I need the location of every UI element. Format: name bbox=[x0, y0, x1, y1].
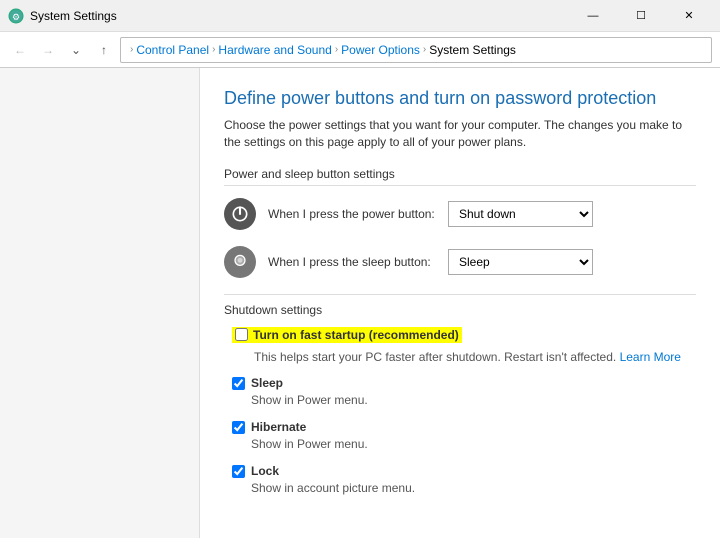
back-button[interactable]: ← bbox=[8, 38, 32, 62]
fast-startup-highlighted: Turn on fast startup (recommended) bbox=[232, 327, 462, 343]
sleep-icon bbox=[224, 246, 256, 278]
lock-item-description: Show in account picture menu. bbox=[251, 480, 415, 497]
page-title: Define power buttons and turn on passwor… bbox=[224, 88, 696, 109]
sleep-button-row: When I press the sleep button: Sleep Shu… bbox=[224, 242, 696, 282]
sleep-checkbox[interactable] bbox=[232, 377, 245, 390]
sleep-item: Sleep Show in Power menu. bbox=[224, 375, 696, 409]
app-icon: ⚙ bbox=[8, 8, 24, 24]
sleep-item-label: Sleep bbox=[251, 376, 368, 390]
lock-item-label: Lock bbox=[251, 464, 415, 478]
fast-startup-item: Turn on fast startup (recommended) bbox=[224, 327, 696, 343]
power-sleep-section-header: Power and sleep button settings bbox=[224, 167, 696, 186]
hibernate-item-label: Hibernate bbox=[251, 420, 368, 434]
breadcrumb-control-panel[interactable]: Control Panel bbox=[136, 43, 209, 57]
breadcrumb-hardware-sound[interactable]: Hardware and Sound bbox=[218, 43, 331, 57]
main-container: Define power buttons and turn on passwor… bbox=[0, 68, 720, 538]
window-controls: — ☐ ✕ bbox=[570, 0, 712, 32]
section-divider bbox=[224, 294, 696, 295]
fast-startup-checkbox[interactable] bbox=[235, 328, 248, 341]
window-title: System Settings bbox=[30, 9, 117, 23]
breadcrumb-separator-3: › bbox=[423, 44, 426, 55]
close-button[interactable]: ✕ bbox=[666, 0, 712, 32]
sleep-content: Sleep Show in Power menu. bbox=[251, 376, 368, 409]
hibernate-content: Hibernate Show in Power menu. bbox=[251, 420, 368, 453]
learn-more-link[interactable]: Learn More bbox=[620, 350, 681, 364]
power-icon bbox=[224, 198, 256, 230]
maximize-button[interactable]: ☐ bbox=[618, 0, 664, 32]
fast-startup-description: This helps start your PC faster after sh… bbox=[254, 350, 681, 364]
power-button-dropdown[interactable]: Shut down Sleep Hibernate Do nothing Tur… bbox=[448, 201, 593, 227]
breadcrumb: › Control Panel › Hardware and Sound › P… bbox=[120, 37, 712, 63]
lock-content: Lock Show in account picture menu. bbox=[251, 464, 415, 497]
hibernate-item-description: Show in Power menu. bbox=[251, 436, 368, 453]
minimize-button[interactable]: — bbox=[570, 0, 616, 32]
lock-checkbox[interactable] bbox=[232, 465, 245, 478]
content-area: Define power buttons and turn on passwor… bbox=[200, 68, 720, 538]
lock-item: Lock Show in account picture menu. bbox=[224, 463, 696, 497]
svg-text:⚙: ⚙ bbox=[12, 12, 20, 22]
fast-startup-description-row: This helps start your PC faster after sh… bbox=[224, 349, 696, 366]
shutdown-section-header: Shutdown settings bbox=[224, 303, 696, 317]
breadcrumb-separator-2: › bbox=[335, 44, 338, 55]
forward-button[interactable]: → bbox=[36, 38, 60, 62]
up-button[interactable]: ↑ bbox=[92, 38, 116, 62]
breadcrumb-separator-0: › bbox=[130, 44, 133, 55]
lock-checkbox-wrapper: Lock Show in account picture menu. bbox=[232, 464, 415, 497]
power-button-label: When I press the power button: bbox=[268, 207, 448, 221]
sleep-button-label: When I press the sleep button: bbox=[268, 255, 448, 269]
sleep-checkbox-wrapper: Sleep Show in Power menu. bbox=[232, 376, 368, 409]
title-bar: ⚙ System Settings — ☐ ✕ bbox=[0, 0, 720, 32]
address-bar: ← → ⌄ ↑ › Control Panel › Hardware and S… bbox=[0, 32, 720, 68]
breadcrumb-separator-1: › bbox=[212, 44, 215, 55]
breadcrumb-current: System Settings bbox=[429, 43, 516, 57]
breadcrumb-power-options[interactable]: Power Options bbox=[341, 43, 420, 57]
hibernate-checkbox[interactable] bbox=[232, 421, 245, 434]
hibernate-item: Hibernate Show in Power menu. bbox=[224, 419, 696, 453]
sleep-button-dropdown[interactable]: Sleep Shut down Hibernate Do nothing Tur… bbox=[448, 249, 593, 275]
hibernate-checkbox-wrapper: Hibernate Show in Power menu. bbox=[232, 420, 368, 453]
sleep-item-description: Show in Power menu. bbox=[251, 392, 368, 409]
power-button-row: When I press the power button: Shut down… bbox=[224, 194, 696, 234]
left-nav bbox=[0, 68, 200, 538]
page-description: Choose the power settings that you want … bbox=[224, 117, 696, 151]
recent-locations-button[interactable]: ⌄ bbox=[64, 38, 88, 62]
fast-startup-label: Turn on fast startup (recommended) bbox=[253, 328, 459, 342]
